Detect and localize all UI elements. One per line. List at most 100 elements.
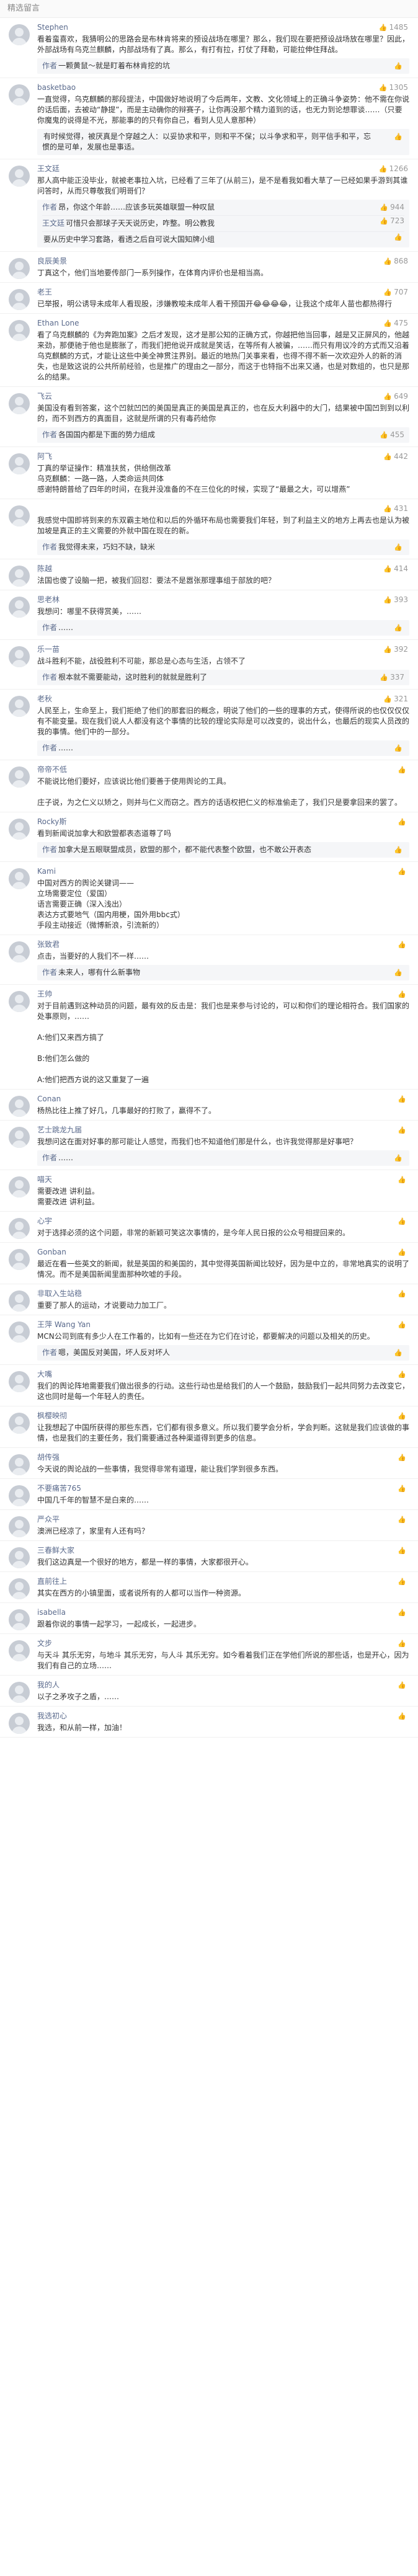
avatar[interactable] (9, 393, 30, 414)
thumbs-up-icon[interactable]: 👍 (398, 1321, 406, 1329)
thumbs-up-icon[interactable]: 👍 (383, 288, 392, 296)
like-button[interactable]: 👍 414 (383, 564, 408, 573)
thumbs-up-icon[interactable]: 👍 (398, 1547, 406, 1555)
comment-username[interactable]: 枫樱映彻 (37, 1411, 67, 1420)
reply-like-button[interactable]: 👍 (394, 623, 404, 633)
avatar[interactable] (9, 1290, 30, 1312)
avatar[interactable] (9, 453, 30, 474)
reply-username[interactable]: 作者 (42, 203, 57, 211)
avatar[interactable] (9, 1547, 30, 1568)
comment-username[interactable]: 陈越 (37, 564, 52, 573)
reply-like-button[interactable]: 👍 723 (380, 216, 404, 226)
reply-like-button[interactable]: 👍 (394, 1153, 404, 1163)
like-button[interactable]: 👍 (398, 817, 408, 826)
like-button[interactable]: 👍 (398, 1320, 408, 1329)
avatar[interactable] (9, 868, 30, 889)
like-button[interactable]: 👍 (398, 990, 408, 998)
comment-username[interactable]: 乐一苗 (37, 645, 60, 654)
reply-like-button[interactable]: 👍 (394, 232, 404, 242)
thumbs-up-icon[interactable]: 👍 (394, 543, 402, 551)
thumbs-up-icon[interactable]: 👍 (394, 133, 402, 141)
avatar[interactable] (9, 991, 30, 1012)
like-button[interactable]: 👍 442 (383, 452, 408, 461)
thumbs-up-icon[interactable]: 👍 (383, 596, 392, 604)
thumbs-up-icon[interactable]: 👍 (398, 766, 406, 774)
comment-username[interactable]: 阿飞 (37, 452, 52, 461)
like-button[interactable]: 👍 431 (383, 504, 408, 513)
avatar[interactable] (9, 84, 30, 105)
thumbs-up-icon[interactable]: 👍 (394, 846, 402, 854)
avatar[interactable] (9, 1176, 30, 1197)
like-button[interactable]: 👍 (398, 1639, 408, 1648)
comment-username[interactable]: 心宇 (37, 1217, 52, 1225)
like-button[interactable]: 👍 649 (383, 392, 408, 401)
like-button[interactable]: 👍 (398, 1175, 408, 1184)
avatar[interactable] (9, 1454, 30, 1475)
reply-like-button[interactable]: 👍 944 (380, 202, 404, 213)
reply-username[interactable]: 作者 (42, 673, 57, 682)
comment-username[interactable]: isabella (37, 1608, 66, 1617)
comment-username[interactable]: 飞云 (37, 392, 52, 401)
avatar[interactable] (9, 941, 30, 962)
comment-username[interactable]: 老秋 (37, 695, 52, 703)
comment-username[interactable]: 直前往上 (37, 1577, 67, 1586)
reply-like-button[interactable]: 👍 (394, 542, 404, 553)
like-button[interactable]: 👍 (398, 1712, 408, 1720)
thumbs-up-icon[interactable]: 👍 (398, 1712, 406, 1720)
comment-username[interactable]: 我选初心 (37, 1712, 67, 1720)
comment-username[interactable]: 老王 (37, 288, 52, 296)
like-button[interactable]: 👍 475 (383, 319, 408, 327)
reply-like-button[interactable]: 👍 (394, 131, 404, 142)
like-button[interactable]: 👍 (398, 1217, 408, 1225)
thumbs-up-icon[interactable]: 👍 (380, 431, 388, 439)
thumbs-up-icon[interactable]: 👍 (398, 1681, 406, 1689)
thumbs-up-icon[interactable]: 👍 (379, 84, 388, 92)
like-button[interactable]: 👍 (398, 940, 408, 949)
reply-username[interactable]: 作者 (42, 1153, 57, 1162)
thumbs-up-icon[interactable]: 👍 (394, 1349, 402, 1357)
avatar[interactable] (9, 1321, 30, 1343)
avatar[interactable] (9, 24, 30, 45)
thumbs-up-icon[interactable]: 👍 (394, 744, 402, 752)
like-button[interactable]: 👍 868 (383, 257, 408, 265)
thumbs-up-icon[interactable]: 👍 (398, 1095, 406, 1103)
avatar[interactable] (9, 1609, 30, 1630)
reply-username[interactable]: 作者 (42, 543, 57, 551)
like-button[interactable]: 👍 (398, 1608, 408, 1617)
thumbs-up-icon[interactable]: 👍 (398, 1248, 406, 1256)
comment-username[interactable]: 王文廷 (37, 164, 60, 173)
avatar[interactable] (9, 1682, 30, 1703)
reply-username[interactable]: 作者 (42, 61, 57, 70)
reply-like-button[interactable]: 👍 (394, 1348, 404, 1358)
like-button[interactable]: 👍 1485 (379, 23, 408, 32)
thumbs-up-icon[interactable]: 👍 (398, 1485, 406, 1493)
like-button[interactable]: 👍 321 (383, 695, 408, 703)
thumbs-up-icon[interactable]: 👍 (398, 1516, 406, 1524)
thumbs-up-icon[interactable]: 👍 (379, 24, 388, 32)
comment-username[interactable]: basketbao (37, 83, 76, 92)
like-button[interactable]: 👍 (398, 1289, 408, 1298)
avatar[interactable] (9, 566, 30, 587)
comment-username[interactable]: 文步 (37, 1639, 52, 1648)
reply-like-button[interactable]: 👍 337 (380, 672, 404, 683)
like-button[interactable]: 👍 (398, 1248, 408, 1256)
avatar[interactable] (9, 696, 30, 717)
avatar[interactable] (9, 597, 30, 618)
comment-username[interactable]: 严众平 (37, 1515, 60, 1524)
comment-username[interactable]: Gonban (37, 1248, 66, 1256)
like-button[interactable]: 👍 393 (383, 595, 408, 604)
avatar[interactable] (9, 258, 30, 279)
thumbs-up-icon[interactable]: 👍 (398, 1454, 406, 1462)
reply-username[interactable]: 作者 (42, 744, 57, 752)
like-button[interactable]: 👍 (398, 1515, 408, 1524)
comment-username[interactable]: 张致君 (37, 940, 60, 949)
avatar[interactable] (9, 1413, 30, 1434)
thumbs-up-icon[interactable]: 👍 (398, 1290, 406, 1298)
avatar[interactable] (9, 1516, 30, 1537)
avatar[interactable] (9, 1713, 30, 1734)
comment-username[interactable]: 胡传强 (37, 1453, 60, 1462)
comment-username[interactable]: 思老林 (37, 595, 60, 604)
comment-username[interactable]: 大嘴 (37, 1370, 52, 1379)
thumbs-up-icon[interactable]: 👍 (383, 257, 392, 265)
thumbs-up-icon[interactable]: 👍 (398, 990, 406, 998)
